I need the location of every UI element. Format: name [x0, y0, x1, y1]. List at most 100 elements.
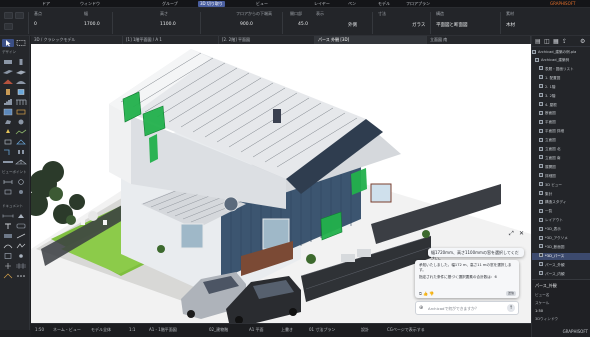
navigator-item[interactable]: 断面図 [532, 110, 590, 117]
status-item[interactable]: ネーム・ビュー [53, 327, 81, 333]
navigator-item[interactable]: 展開図 [532, 164, 590, 171]
send-button[interactable]: 送信 [506, 291, 516, 296]
view-tab-active[interactable]: パース 外観 [3D] [315, 36, 427, 44]
field-value[interactable]: 45.0 [298, 22, 308, 27]
railing-tool-icon[interactable] [15, 98, 27, 106]
wall-tool-icon[interactable] [2, 58, 14, 66]
label-tool-icon[interactable] [15, 222, 27, 230]
toolbar-item[interactable]: ドア [40, 1, 52, 7]
stair-tool-icon[interactable] [2, 98, 14, 106]
navigator-item[interactable]: 3D ビュー [532, 182, 590, 189]
navigator-item[interactable]: *3D_パース [532, 252, 590, 260]
toolbar-item[interactable]: モデル [376, 1, 392, 7]
layout-book-icon[interactable]: ▦ [553, 38, 559, 45]
more-tools-icon[interactable] [15, 272, 27, 280]
field-value[interactable]: 1700.0 [84, 22, 100, 27]
status-item[interactable]: 1:1 [129, 327, 135, 332]
publisher-icon[interactable]: ⇪ [562, 38, 567, 45]
toolbar-item[interactable]: レイヤー [312, 1, 332, 7]
field-value[interactable]: 外側 [348, 22, 357, 28]
marquee-tool-icon[interactable] [15, 39, 27, 47]
field-value[interactable]: ガラス [412, 22, 425, 28]
toolbar-item[interactable]: フロアプラン [404, 1, 432, 7]
morph-tool-icon[interactable] [2, 118, 14, 126]
navigator-item[interactable]: 2. 1階 [532, 84, 590, 91]
mesh-tool-icon[interactable] [15, 128, 27, 136]
line-tool-icon[interactable] [15, 232, 27, 240]
navigator-item[interactable]: 1. 配置図 [532, 75, 590, 82]
field-value[interactable]: 木材 [506, 22, 515, 28]
status-item[interactable]: 01 寸法プラン [309, 327, 335, 333]
door-tool-icon[interactable] [2, 88, 14, 96]
navigator-root[interactable]: Archicad_建築の例.pla [532, 49, 590, 56]
navigator-item[interactable]: 平面図 詳細 [532, 128, 590, 135]
ai-chat-input[interactable]: ⊕ Archicadで何ができますか？ ↑ [415, 301, 519, 315]
toolbar-item-active[interactable]: 3D 切り取り [198, 1, 225, 7]
navigator-item[interactable]: パース_内観 [532, 271, 590, 278]
navigator-item[interactable]: 立面図 北 [532, 146, 590, 153]
beam-tool-icon[interactable] [2, 68, 14, 76]
arc-tool-icon[interactable] [2, 242, 14, 250]
status-item[interactable]: 設計 [361, 327, 369, 333]
zone-tool-icon[interactable] [15, 108, 27, 116]
section-tool-icon[interactable] [2, 178, 14, 186]
navigator-item[interactable]: 立面図 [532, 137, 590, 144]
status-item[interactable]: 02_建物階 [209, 327, 228, 333]
worksheet-tool-icon[interactable] [15, 188, 27, 196]
field-value[interactable]: 0 [34, 22, 37, 27]
expand-panel-icon[interactable]: ⤢ [509, 230, 517, 238]
text-tool-icon[interactable] [2, 222, 14, 230]
toolbar-item[interactable]: グループ [160, 1, 180, 7]
toolbar-item[interactable]: ペン [346, 1, 358, 7]
navigator-item[interactable]: パース_外観 [532, 262, 590, 269]
pick-up-button[interactable] [4, 12, 13, 19]
view-tab[interactable]: 3D / クラシックモデル [31, 36, 123, 44]
inject-button[interactable] [15, 12, 24, 19]
level-dimension-tool-icon[interactable] [15, 212, 27, 220]
status-item[interactable]: モデル全体 [91, 327, 111, 333]
plus-icon[interactable]: ⊕ [419, 305, 423, 311]
fill-tool-icon[interactable] [2, 232, 14, 240]
window-tool-icon[interactable] [15, 88, 27, 96]
arrow-tool-icon[interactable] [2, 39, 14, 47]
zoom-value[interactable]: 1:50 [35, 327, 44, 332]
field-value[interactable]: 平面図と断面図 [436, 22, 468, 28]
view-tab[interactable]: [1] 1階平面図 / A 1 [123, 36, 219, 44]
elevation-tool-icon[interactable] [15, 178, 27, 186]
polyline-tool-icon[interactable] [15, 242, 27, 250]
lamp-tool-icon[interactable] [2, 128, 14, 136]
status-item[interactable]: 上書き [281, 327, 293, 333]
navigator-item[interactable]: 3. 2階 [532, 93, 590, 100]
opening-tool-icon[interactable] [2, 138, 14, 146]
toolbar-item[interactable]: ウィンドウ [78, 1, 102, 7]
close-panel-icon[interactable]: ✕ [519, 230, 527, 238]
corner-window-tool-icon[interactable] [2, 148, 14, 156]
navigator-item[interactable]: *3D_断面図 [532, 244, 590, 251]
field-value[interactable]: 1100.0 [160, 22, 176, 27]
skylight-tool-icon[interactable] [15, 138, 27, 146]
navigator-item[interactable]: 平面図 [532, 119, 590, 126]
wall-end-tool-icon[interactable] [15, 148, 27, 156]
navigator-item[interactable]: 表題・図面リスト [532, 66, 590, 73]
navigator-item[interactable]: 立面図 南 [532, 155, 590, 162]
property-row[interactable]: 1:50 [535, 309, 543, 313]
drawing-tool-icon[interactable] [2, 252, 14, 260]
project-map-icon[interactable]: ▤ [535, 38, 541, 45]
dimension-tool-icon[interactable] [2, 212, 14, 220]
status-item[interactable]: CGページで表示する [387, 327, 425, 333]
figure-tool-icon[interactable] [15, 252, 27, 260]
submit-arrow-icon[interactable]: ↑ [507, 304, 515, 312]
navigator-item[interactable]: 4. 屋根 [532, 102, 590, 109]
navigator-item[interactable]: 詳細図 [532, 173, 590, 180]
navigator-item[interactable]: 集計 [532, 191, 590, 198]
feedback-icons[interactable]: ⧉ 👍 👎 [419, 291, 434, 296]
toolbar-item[interactable]: ビュー [254, 1, 270, 7]
field-value[interactable]: 900.0 [240, 22, 253, 27]
slab-tool-icon[interactable] [15, 68, 27, 76]
interior-elevation-tool-icon[interactable] [2, 188, 14, 196]
settings-button[interactable] [4, 23, 13, 30]
navigator-item[interactable]: 構造スタディ [532, 199, 590, 206]
navigator-item[interactable]: *3D_表示 [532, 226, 590, 233]
view-tab[interactable]: [2. 2階] 平面図 [219, 36, 315, 44]
truss-tool-icon[interactable] [15, 158, 27, 166]
